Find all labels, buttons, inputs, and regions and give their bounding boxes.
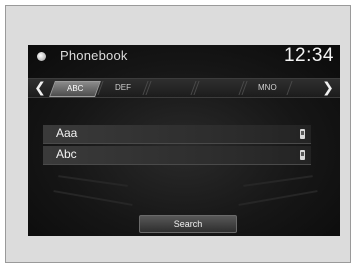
tab-mno[interactable]: MNO [241, 81, 293, 95]
contact-name: Abc [56, 147, 77, 161]
display-screen: Phonebook 12:34 ❮ ABC DEF MNO ❯ Aaa Abc … [28, 45, 340, 236]
manual-figure-frame: Phonebook 12:34 ❮ ABC DEF MNO ❯ Aaa Abc … [5, 5, 351, 263]
contact-name: Aaa [56, 126, 78, 140]
empty-row-divider [53, 190, 133, 206]
phone-icon [300, 129, 305, 139]
tab-def[interactable]: DEF [97, 81, 149, 95]
contact-row[interactable]: Aaa [43, 125, 311, 144]
home-dot-icon[interactable] [37, 52, 46, 61]
tab-jkl [193, 81, 245, 95]
chevron-right-icon[interactable]: ❯ [320, 79, 336, 97]
empty-row-divider [243, 175, 313, 187]
clock: 12:34 [283, 45, 334, 66]
tab-abc[interactable]: ABC [49, 81, 101, 97]
phone-icon [300, 150, 305, 160]
search-button[interactable]: Search [139, 215, 237, 233]
header-bar: Phonebook 12:34 [28, 45, 340, 69]
contact-row[interactable]: Abc [43, 146, 311, 165]
app-title: Phonebook [60, 48, 128, 63]
empty-row-divider [58, 175, 128, 187]
chevron-left-icon[interactable]: ❮ [32, 79, 48, 97]
empty-row-divider [238, 190, 318, 206]
alphabet-tab-bar: ❮ ABC DEF MNO ❯ [28, 78, 340, 98]
tab-ghi [145, 81, 197, 95]
